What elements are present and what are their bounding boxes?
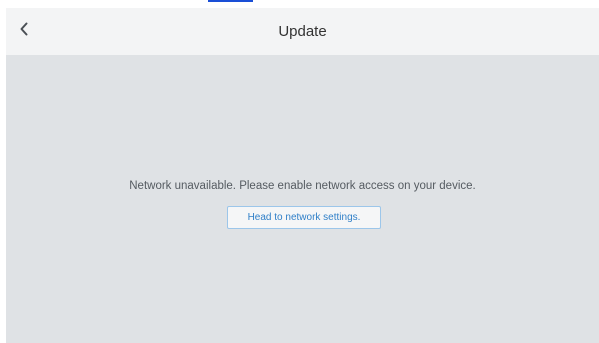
update-window: Update Network unavailable. Please enabl… bbox=[6, 8, 599, 343]
header-bar: Update bbox=[6, 8, 599, 55]
chevron-left-icon bbox=[18, 21, 30, 42]
page-title: Update bbox=[278, 23, 327, 40]
back-button[interactable] bbox=[12, 19, 36, 43]
content-area: Network unavailable. Please enable netwo… bbox=[6, 55, 599, 343]
network-settings-button[interactable]: Head to network settings. bbox=[227, 206, 381, 229]
top-link-fragment bbox=[208, 0, 253, 2]
network-unavailable-message: Network unavailable. Please enable netwo… bbox=[129, 180, 476, 192]
